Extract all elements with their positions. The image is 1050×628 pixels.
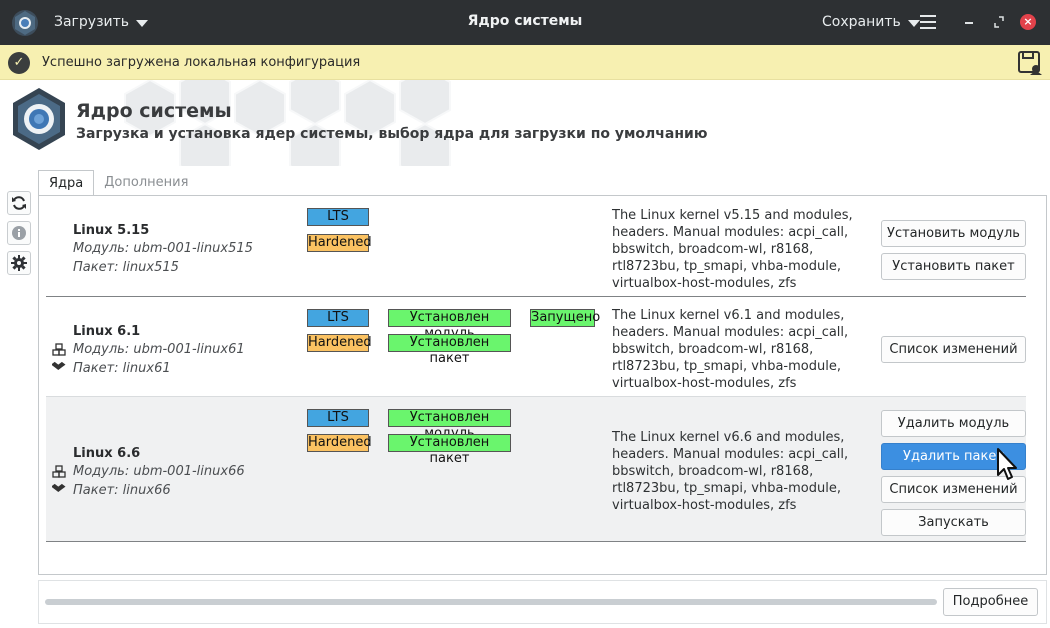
install-package-button[interactable]: Установить пакет — [881, 253, 1026, 280]
kernel-list: Linux 5.15 Модуль: ubm-001-linux515 Паке… — [38, 195, 1047, 575]
kernel-description: The Linux kernel v6.1 and modules, heade… — [612, 308, 849, 391]
kernel-package: Пакет: linux515 — [73, 260, 179, 275]
module-installed-badge: Установлен модуль — [388, 409, 511, 441]
title-bar: Загрузить Ядро системы Сохранить × — [0, 0, 1050, 45]
kernel-name: Linux 6.6 — [73, 446, 141, 461]
hardened-badge: Hardened — [307, 334, 372, 352]
kernel-package: Пакет: linux61 — [73, 361, 171, 376]
check-icon: ✓ — [8, 52, 30, 74]
page-title: Ядро системы — [76, 100, 232, 122]
save-menu-label: Сохранить — [822, 14, 901, 30]
save-config-icon[interactable] — [1017, 50, 1043, 76]
hardened-badge: Hardened — [307, 234, 372, 252]
lts-badge: LTS — [307, 208, 369, 226]
minimize-icon[interactable] — [965, 22, 973, 24]
kernel-description: The Linux kernel v6.6 and modules, heade… — [612, 430, 849, 513]
changelog-button[interactable]: Список изменений — [881, 336, 1026, 363]
module-icon — [52, 465, 66, 478]
page-subtitle: Загрузка и установка ядер системы, выбор… — [76, 126, 708, 142]
close-icon[interactable]: × — [1020, 14, 1036, 30]
lts-badge: LTS — [307, 409, 369, 427]
install-module-button[interactable]: Установить модуль — [881, 220, 1026, 247]
status-banner: ✓ Успешно загружена локальная конфигурац… — [0, 45, 1050, 80]
hardened-badge: Hardened — [307, 434, 372, 452]
menu-icon[interactable] — [920, 15, 936, 29]
kernel-name: Linux 5.15 — [73, 223, 150, 238]
refresh-icon — [12, 196, 26, 210]
mouse-cursor-icon — [997, 448, 1017, 480]
kernel-description: The Linux kernel v5.15 and modules, head… — [612, 208, 853, 291]
module-icon — [52, 343, 66, 356]
lts-badge: LTS — [307, 309, 369, 327]
footer: Подробнее — [38, 580, 1047, 624]
kernel-name: Linux 6.1 — [73, 324, 141, 339]
settings-icon — [11, 255, 27, 271]
kernel-module: Модуль: ubm-001-linux515 — [73, 241, 253, 256]
tab-kernels[interactable]: Ядра — [38, 170, 95, 196]
running-badge: Запущено — [530, 309, 601, 327]
progress-bar — [45, 599, 937, 605]
package-icon — [52, 361, 66, 373]
list-item: Linux 5.15 Модуль: ubm-001-linux515 Паке… — [46, 196, 1026, 296]
module-installed-badge: Установлен модуль — [388, 309, 511, 341]
details-button[interactable]: Подробнее — [943, 588, 1038, 616]
boot-button[interactable]: Запускать — [881, 509, 1026, 536]
package-installed-badge: Установлен пакет — [388, 334, 511, 366]
page-header: Ядро системы Загрузка и установка ядер с… — [0, 80, 1050, 166]
settings-button[interactable] — [7, 251, 31, 275]
hexagon-background — [124, 80, 451, 166]
list-item: Linux 6.6 Модуль: ubm-001-linux66 Пакет:… — [46, 397, 1026, 541]
row-divider — [46, 541, 1026, 542]
kernel-logo-icon — [13, 88, 65, 150]
refresh-button[interactable] — [7, 191, 31, 215]
info-button[interactable] — [7, 221, 31, 245]
kernel-module: Модуль: ubm-001-linux61 — [73, 342, 245, 357]
save-menu[interactable]: Сохранить — [822, 14, 920, 30]
package-installed-badge: Установлен пакет — [388, 434, 511, 466]
banner-message: Успешно загружена локальная конфигурация — [42, 55, 361, 70]
kernel-package: Пакет: linux66 — [73, 483, 171, 498]
maximize-icon[interactable] — [994, 15, 1004, 29]
kernel-module: Модуль: ubm-001-linux66 — [73, 464, 245, 479]
chevron-down-icon — [907, 19, 920, 27]
tab-bar: Ядра Дополнения — [38, 170, 198, 196]
sidebar — [7, 191, 33, 281]
package-icon — [52, 483, 66, 495]
list-item: Linux 6.1 Модуль: ubm-001-linux61 Пакет:… — [46, 297, 1026, 396]
info-icon — [12, 226, 26, 240]
remove-module-button[interactable]: Удалить модуль — [881, 410, 1026, 437]
tab-addons[interactable]: Дополнения — [94, 170, 198, 196]
